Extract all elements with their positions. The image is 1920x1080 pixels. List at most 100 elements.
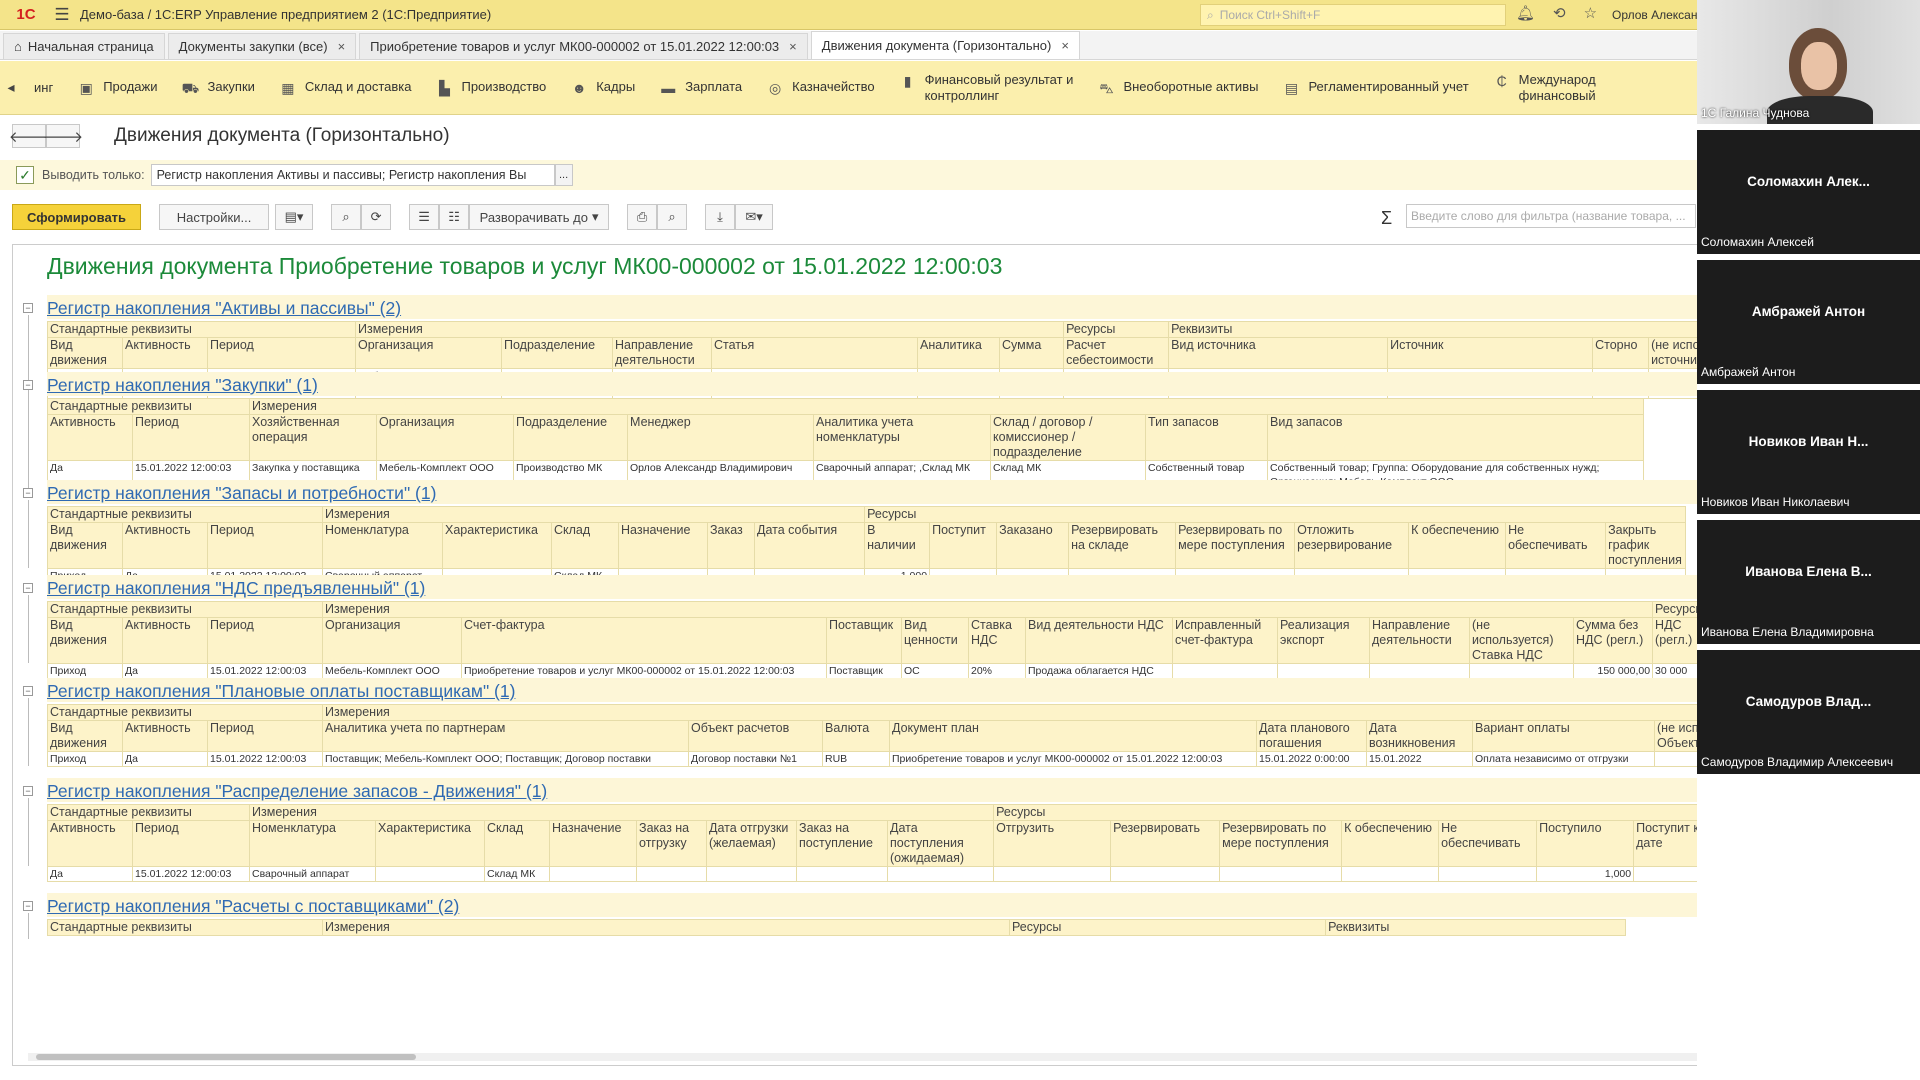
refresh-button[interactable]: ⟳ <box>361 204 392 230</box>
expand-to-button[interactable]: Разворачивать до ▾ <box>469 204 610 230</box>
collapse-toggle-icon[interactable]: − <box>23 583 33 593</box>
table-cell[interactable]: Приход <box>47 663 123 679</box>
collapse-toggle-icon[interactable]: − <box>23 380 33 390</box>
collapse-button[interactable]: ☰ <box>409 204 440 230</box>
column-header[interactable]: Сумма <box>998 337 1065 369</box>
table-cell[interactable]: Да <box>122 751 208 767</box>
table-cell[interactable]: 1,000 <box>1536 866 1635 882</box>
sum-icon[interactable]: Σ <box>1381 208 1392 229</box>
table-cell[interactable]: 15.01.2022 12:00:03 <box>131 866 251 882</box>
bell-icon[interactable]: 🔔︎ <box>1516 4 1535 22</box>
table-cell[interactable] <box>993 866 1112 882</box>
column-header[interactable]: Поставщик <box>826 617 902 664</box>
table-cell[interactable]: ОС <box>901 663 969 679</box>
column-header[interactable]: Сумма без НДС (регл.) <box>1572 617 1654 664</box>
print-button[interactable]: ⎙ <box>627 204 658 230</box>
table-row[interactable]: Да 15.01.2022 12:00:03 Сварочный аппарат Ск… <box>47 866 1895 882</box>
register-title-link[interactable]: Регистр накопления "Запасы и потребности… <box>47 480 1895 504</box>
column-header[interactable]: Дата возникновения <box>1366 720 1473 752</box>
report-filter-input[interactable]: Введите слово для фильтра (название това… <box>1406 204 1696 228</box>
section-7[interactable]: ◎ Казначейство <box>754 79 886 96</box>
close-icon[interactable]: × <box>789 39 797 54</box>
table-cell[interactable]: 15.01.2022 12:00:03 <box>207 751 323 767</box>
column-header[interactable]: Вид движения <box>47 617 123 664</box>
table-cell[interactable] <box>887 866 995 882</box>
participant-tile[interactable]: Самодуров Влад... Самодуров Владимир Алек… <box>1697 650 1920 774</box>
table-cell[interactable]: 150 000,00 <box>1572 663 1654 679</box>
column-header[interactable]: Вид деятельности НДС <box>1025 617 1173 664</box>
column-header[interactable]: Источник <box>1387 337 1594 369</box>
column-header[interactable]: Заказ <box>707 522 755 569</box>
column-header[interactable]: Дата поступления (ожидаемая) <box>887 820 995 867</box>
column-header[interactable]: Склад <box>484 820 551 867</box>
section-6[interactable]: ▬ Зарплата <box>647 79 754 96</box>
column-header[interactable]: Вид движения <box>47 720 123 752</box>
column-header[interactable]: Активность <box>122 617 208 664</box>
section-9[interactable]: ⛍ Внеоборотные активы <box>1085 79 1270 96</box>
horizontal-scrollbar[interactable] <box>28 1053 1876 1061</box>
menu-icon[interactable]: ☰ <box>50 0 74 30</box>
column-header[interactable]: Активность <box>122 522 208 569</box>
table-cell[interactable]: Продажа облагается НДС <box>1025 663 1173 679</box>
column-header[interactable]: Номенклатура <box>322 522 443 569</box>
column-header[interactable]: Организация <box>376 414 515 461</box>
column-header[interactable]: Резервировать по мере поступления <box>1175 522 1296 569</box>
column-header[interactable]: Подразделение <box>501 337 613 369</box>
section-10[interactable]: ▤ Регламентированный учет <box>1270 79 1480 96</box>
section-8[interactable]: ▮ Финансовый результат и контроллинг <box>887 72 1086 104</box>
participant-tile[interactable]: Иванова Елена В... Иванова Елена Владимир… <box>1697 520 1920 644</box>
column-header[interactable]: Вид движения <box>47 337 123 369</box>
column-header[interactable]: Заказано <box>996 522 1070 569</box>
collapse-toggle-icon[interactable]: − <box>23 786 33 796</box>
column-header[interactable]: Исправленный счет-фактура <box>1172 617 1278 664</box>
column-header[interactable]: Поступит <box>929 522 998 569</box>
column-header[interactable]: Статья <box>711 337 918 369</box>
table-cell[interactable]: Да <box>122 663 208 679</box>
column-header[interactable]: Аналитика <box>917 337 1000 369</box>
table-cell[interactable] <box>1369 663 1470 679</box>
column-header[interactable]: Вид запасов <box>1267 414 1645 461</box>
table-cell[interactable] <box>1341 866 1440 882</box>
table-cell[interactable]: 15.01.2022 <box>1366 751 1473 767</box>
column-header[interactable]: Активность <box>122 337 208 369</box>
column-header[interactable]: Направление деятельности <box>612 337 712 369</box>
column-header[interactable]: Резервировать по мере поступления <box>1219 820 1343 867</box>
table-row[interactable]: Приход Да 15.01.2022 12:00:03 Поставщик; Ме… <box>47 751 1895 767</box>
column-header[interactable]: Счет-фактура <box>461 617 827 664</box>
table-cell[interactable] <box>1219 866 1343 882</box>
column-header[interactable]: Хозяйственная операция <box>249 414 378 461</box>
column-header[interactable]: Расчет себестоимости <box>1063 337 1170 369</box>
column-header[interactable]: Менеджер <box>627 414 815 461</box>
register-title-link[interactable]: Регистр накопления "НДС предъявленный" (… <box>47 575 1895 599</box>
column-header[interactable]: Вид движения <box>47 522 123 569</box>
section-1[interactable]: ▣ Продажи <box>65 79 169 96</box>
table-cell[interactable]: Поставщик; Мебель-Комплект ООО; Поставщи… <box>322 751 689 767</box>
column-header[interactable]: Период <box>131 414 251 461</box>
column-header[interactable]: К обеспечению <box>1341 820 1440 867</box>
column-header[interactable]: Закрыть график поступления <box>1605 522 1687 569</box>
table-cell[interactable]: Приобретение товаров и услуг МК00-000002… <box>461 663 827 679</box>
send-button[interactable]: ✉▾ <box>735 204 774 230</box>
table-cell[interactable]: Оплата независимо от отгрузки <box>1472 751 1655 767</box>
column-header[interactable]: Направление деятельности <box>1369 617 1470 664</box>
register-title-link[interactable]: Регистр накопления "Плановые оплаты пост… <box>47 678 1895 702</box>
settings-button[interactable]: Настройки... <box>159 204 270 230</box>
column-header[interactable]: Аналитика учета номенклатуры <box>813 414 992 461</box>
table-cell[interactable] <box>1277 663 1370 679</box>
collapse-toggle-icon[interactable]: − <box>23 901 33 911</box>
column-header[interactable]: Назначение <box>549 820 638 867</box>
participant-tile[interactable]: Амбражей Антон Амбражей Антон <box>1697 260 1920 384</box>
column-header[interactable]: Резервировать на складе <box>1068 522 1177 569</box>
column-header[interactable]: Характеристика <box>375 820 486 867</box>
register-title-link[interactable]: Регистр накопления "Расчеты с поставщика… <box>47 893 1895 917</box>
table-cell[interactable]: RUB <box>822 751 890 767</box>
table-cell[interactable]: 15.01.2022 12:00:03 <box>207 663 323 679</box>
table-cell[interactable] <box>1172 663 1278 679</box>
table-cell[interactable] <box>1438 866 1538 882</box>
table-cell[interactable] <box>1469 663 1574 679</box>
save-button[interactable]: ⤓ <box>705 204 736 230</box>
column-header[interactable]: Аналитика учета по партнерам <box>322 720 689 752</box>
forward-button[interactable]: 🡒 <box>43 124 83 148</box>
tab-3[interactable]: Движения документа (Горизонтально) × <box>810 31 1080 59</box>
column-header[interactable]: Назначение <box>618 522 708 569</box>
